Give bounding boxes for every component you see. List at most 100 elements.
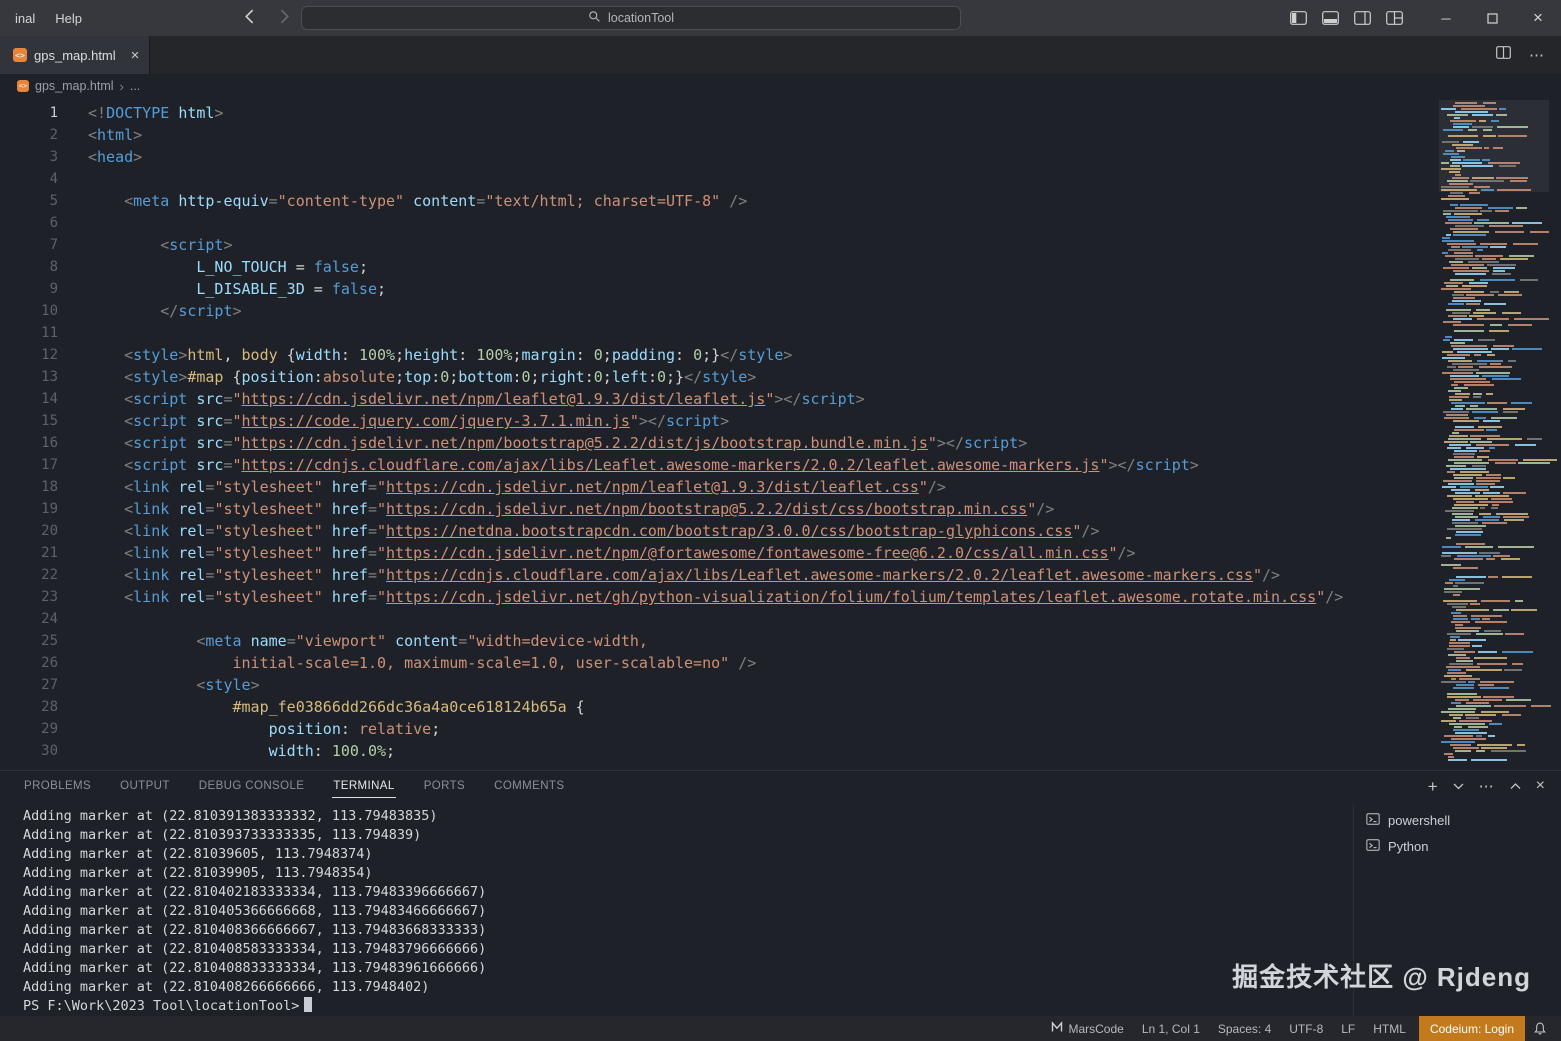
line-number: 19 <box>0 498 58 520</box>
statusbar-encoding[interactable]: UTF-8 <box>1280 1016 1332 1041</box>
notifications-bell-icon[interactable] <box>1525 1016 1555 1041</box>
terminal-session-powershell[interactable]: powershell <box>1354 807 1561 833</box>
statusbar-indentation[interactable]: Spaces: 4 <box>1209 1016 1280 1041</box>
statusbar-marscode[interactable]: MarsCode <box>1042 1016 1132 1041</box>
terminal-session-icon <box>1366 812 1380 829</box>
history-navigation <box>242 0 292 36</box>
code-line[interactable]: <link rel="stylesheet" href="https://cdn… <box>88 498 1427 520</box>
terminal-line: Adding marker at (22.81039905, 113.79483… <box>23 864 1349 883</box>
code-line[interactable]: initial-scale=1.0, maximum-scale=1.0, us… <box>88 652 1427 674</box>
code-area[interactable]: <!DOCTYPE html><html><head> <meta http-e… <box>88 102 1427 762</box>
menu-terminal[interactable]: inal <box>6 7 44 30</box>
code-line[interactable]: L_NO_TOUCH = false; <box>88 256 1427 278</box>
code-line[interactable]: <link rel="stylesheet" href="https://cdn… <box>88 542 1427 564</box>
tab-gps-map-html[interactable]: <> gps_map.html × <box>0 36 150 74</box>
code-line[interactable]: <link rel="stylesheet" href="https://cdn… <box>88 476 1427 498</box>
line-number: 26 <box>0 652 58 674</box>
code-line[interactable]: <head> <box>88 146 1427 168</box>
line-number: 15 <box>0 410 58 432</box>
close-panel-icon[interactable]: × <box>1536 777 1545 795</box>
code-line[interactable]: <script src="https://code.jquery.com/jqu… <box>88 410 1427 432</box>
toggle-sidebar-right-icon[interactable] <box>1354 11 1371 25</box>
more-actions-icon[interactable]: ⋯ <box>1529 46 1545 64</box>
terminal-session-python[interactable]: Python <box>1354 833 1561 859</box>
panel-tab-comments[interactable]: COMMENTS <box>493 772 565 800</box>
code-line[interactable] <box>88 212 1427 234</box>
terminal-cursor <box>304 997 312 1012</box>
more-actions-icon[interactable]: ⋯ <box>1479 777 1495 795</box>
code-line[interactable] <box>88 322 1427 344</box>
line-number: 13 <box>0 366 58 388</box>
titlebar: inal Help locationTool ─ × <box>0 0 1561 36</box>
back-icon[interactable] <box>242 8 259 28</box>
minimap[interactable] <box>1441 98 1547 770</box>
maximize-panel-icon[interactable] <box>1510 782 1521 790</box>
code-line[interactable]: <script src="https://cdn.jsdelivr.net/np… <box>88 388 1427 410</box>
toggle-panel-icon[interactable] <box>1322 11 1339 25</box>
statusbar-language[interactable]: HTML <box>1364 1016 1415 1041</box>
panel-tab-ports[interactable]: PORTS <box>423 772 466 800</box>
code-line[interactable]: <script> <box>88 234 1427 256</box>
breadcrumb-more[interactable]: ... <box>130 79 140 93</box>
terminal-line: Adding marker at (22.810393733333335, 11… <box>23 826 1349 845</box>
terminal-output[interactable]: Adding marker at (22.810391383333332, 11… <box>23 807 1349 1016</box>
code-line[interactable]: position: relative; <box>88 718 1427 740</box>
editor-actions: ⋯ <box>1496 36 1561 74</box>
line-number: 30 <box>0 740 58 762</box>
panel-tab-problems[interactable]: PROBLEMS <box>23 772 92 800</box>
code-line[interactable]: <link rel="stylesheet" href="https://cdn… <box>88 564 1427 586</box>
code-line[interactable] <box>88 168 1427 190</box>
code-line[interactable]: <meta http-equiv="content-type" content=… <box>88 190 1427 212</box>
panel-tab-output[interactable]: OUTPUT <box>119 772 171 800</box>
split-editor-icon[interactable] <box>1496 46 1511 64</box>
code-line[interactable]: width: 100.0%; <box>88 740 1427 762</box>
code-line[interactable]: <!DOCTYPE html> <box>88 102 1427 124</box>
breadcrumb-file[interactable]: gps_map.html <box>35 79 114 93</box>
terminal-dropdown-icon[interactable] <box>1453 782 1464 790</box>
breadcrumb[interactable]: <> gps_map.html › ... <box>0 74 1561 98</box>
line-number: 22 <box>0 564 58 586</box>
terminal-prompt[interactable]: PS F:\Work\2023 Tool\locationTool> <box>23 997 1349 1016</box>
code-line[interactable]: <style> <box>88 674 1427 696</box>
line-number: 24 <box>0 608 58 630</box>
customize-layout-icon[interactable] <box>1386 11 1403 25</box>
statusbar-eol[interactable]: LF <box>1332 1016 1364 1041</box>
code-line[interactable] <box>88 608 1427 630</box>
code-line[interactable]: <script src="https://cdnjs.cloudflare.co… <box>88 454 1427 476</box>
toggle-sidebar-left-icon[interactable] <box>1290 11 1307 25</box>
menu-help[interactable]: Help <box>46 7 91 30</box>
code-line[interactable]: <meta name="viewport" content="width=dev… <box>88 630 1427 652</box>
line-number: 4 <box>0 168 58 190</box>
maximize-icon[interactable] <box>1469 0 1515 36</box>
tab-close-icon[interactable]: × <box>131 48 140 63</box>
code-line[interactable]: #map_fe03866dd266dc36a4a0ce618124b65a { <box>88 696 1427 718</box>
bottom-panel: PROBLEMS OUTPUT DEBUG CONSOLE TERMINAL PORTS… <box>0 770 1561 1016</box>
line-number: 25 <box>0 630 58 652</box>
line-numbers: 1234567891011121314151617181920212223242… <box>0 102 58 762</box>
close-icon[interactable]: × <box>1515 0 1561 36</box>
command-center-search[interactable]: locationTool <box>301 6 961 30</box>
statusbar-codeium-login[interactable]: Codeium: Login <box>1419 1016 1525 1041</box>
panel-tab-debug-console[interactable]: DEBUG CONSOLE <box>198 772 306 800</box>
code-line[interactable]: <script src="https://cdn.jsdelivr.net/np… <box>88 432 1427 454</box>
new-terminal-icon[interactable]: + <box>1428 778 1438 795</box>
line-number: 11 <box>0 322 58 344</box>
code-line[interactable]: <html> <box>88 124 1427 146</box>
editor[interactable]: 1234567891011121314151617181920212223242… <box>0 98 1561 770</box>
line-number: 8 <box>0 256 58 278</box>
code-line[interactable]: <link rel="stylesheet" href="https://cdn… <box>88 586 1427 608</box>
code-line[interactable]: L_DISABLE_3D = false; <box>88 278 1427 300</box>
minimize-icon[interactable]: ─ <box>1423 0 1469 36</box>
code-line[interactable]: <style>html, body {width: 100%;height: 1… <box>88 344 1427 366</box>
code-line[interactable]: <style>#map {position:absolute;top:0;bot… <box>88 366 1427 388</box>
statusbar-cursor-position[interactable]: Ln 1, Col 1 <box>1133 1016 1209 1041</box>
panel-tabs: PROBLEMS OUTPUT DEBUG CONSOLE TERMINAL PORTS… <box>0 772 565 800</box>
line-number: 12 <box>0 344 58 366</box>
forward-icon[interactable] <box>275 8 292 28</box>
terminal-line: Adding marker at (22.81039605, 113.79483… <box>23 845 1349 864</box>
panel-tab-terminal[interactable]: TERMINAL <box>332 772 395 800</box>
terminal-line: Adding marker at (22.810408266666666, 11… <box>23 978 1349 997</box>
code-line[interactable]: </script> <box>88 300 1427 322</box>
code-line[interactable]: <link rel="stylesheet" href="https://net… <box>88 520 1427 542</box>
marscode-icon <box>1051 1021 1063 1036</box>
